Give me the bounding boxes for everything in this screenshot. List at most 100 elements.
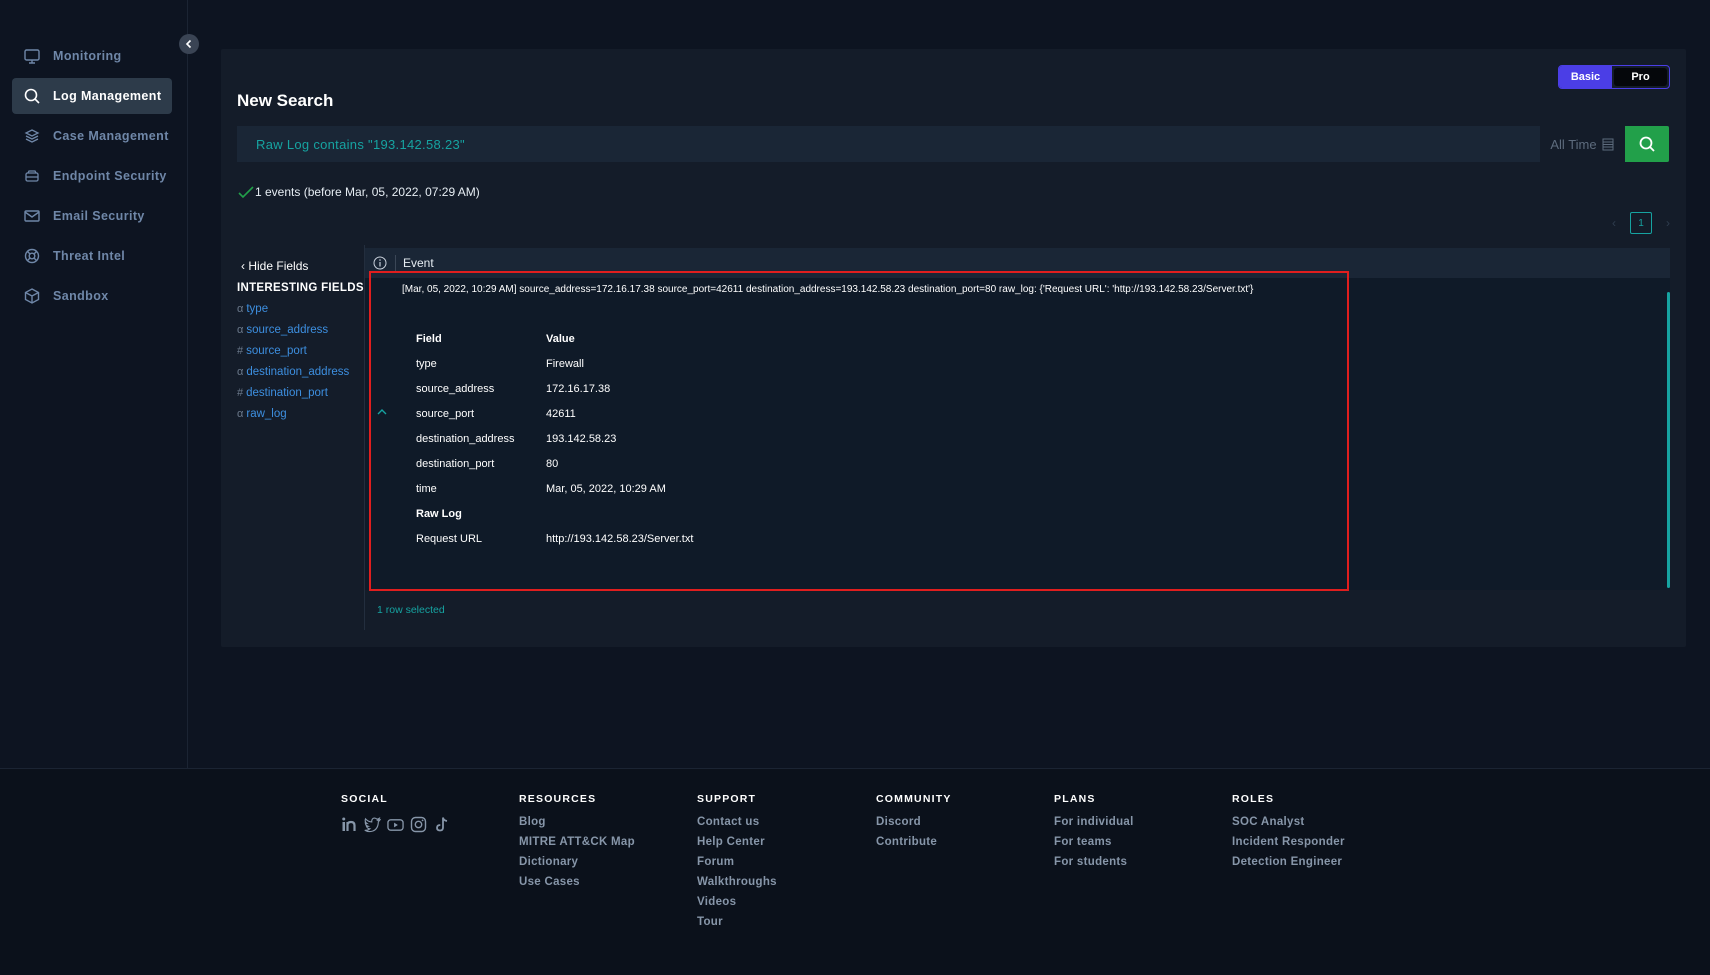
- chevron-left-icon: [185, 39, 192, 49]
- sidebar-item-label: Case Management: [53, 129, 169, 143]
- detail-value: http://193.142.58.23/Server.txt: [546, 532, 694, 545]
- footer-link-tour[interactable]: Tour: [697, 916, 777, 928]
- event-raw-text: [Mar, 05, 2022, 10:29 AM] source_address…: [402, 284, 1254, 295]
- tiktok-icon[interactable]: [433, 816, 450, 833]
- sidebar-item-monitoring[interactable]: Monitoring: [12, 38, 172, 74]
- footer-link-incident-responder[interactable]: Incident Responder: [1232, 836, 1345, 848]
- checkmark-icon: [238, 186, 254, 199]
- footer-link-mitre-map[interactable]: MITRE ATT&CK Map: [519, 836, 635, 848]
- field-item-destination-address[interactable]: α destination_address: [237, 366, 364, 378]
- toggle-pro[interactable]: Pro: [1614, 68, 1667, 86]
- event-column-header[interactable]: Event: [403, 256, 434, 270]
- footer-link-students[interactable]: For students: [1054, 856, 1134, 868]
- mail-icon: [22, 206, 42, 226]
- sidebar-item-log-management[interactable]: Log Management: [12, 78, 172, 114]
- monitor-icon: [22, 46, 42, 66]
- sidebar-item-sandbox[interactable]: Sandbox: [12, 278, 172, 314]
- next-page-icon[interactable]: ›: [1666, 216, 1670, 230]
- sidebar-item-threat-intel[interactable]: Threat Intel: [12, 238, 172, 274]
- sidebar-nav: Monitoring Log Management Case Managemen…: [12, 38, 172, 318]
- raw-log-header: Raw Log: [416, 501, 693, 526]
- field-name: source_port: [246, 345, 307, 357]
- raw-log-title: Raw Log: [416, 507, 462, 520]
- footer-link-blog[interactable]: Blog: [519, 816, 635, 828]
- field-item-destination-port[interactable]: # destination_port: [237, 387, 364, 399]
- calendar-icon: [1602, 138, 1614, 151]
- detail-key: type: [416, 357, 437, 370]
- footer-resources-title: RESOURCES: [519, 793, 597, 805]
- field-type-marker: α: [237, 303, 244, 315]
- chevron-left-icon: ‹: [241, 259, 245, 273]
- detail-key: source_address: [416, 382, 495, 395]
- sidebar-item-email-security[interactable]: Email Security: [12, 198, 172, 234]
- field-name: destination_address: [246, 366, 350, 378]
- sidebar-item-label: Sandbox: [53, 289, 109, 303]
- footer-link-forum[interactable]: Forum: [697, 856, 777, 868]
- field-item-type[interactable]: α type: [237, 303, 364, 315]
- footer-community: COMMUNITY Discord Contribute: [876, 793, 952, 856]
- footer-link-contact[interactable]: Contact us: [697, 816, 777, 828]
- info-icon[interactable]: [365, 255, 396, 271]
- footer-link-teams[interactable]: For teams: [1054, 836, 1134, 848]
- footer-link-contribute[interactable]: Contribute: [876, 836, 952, 848]
- footer-link-help-center[interactable]: Help Center: [697, 836, 777, 848]
- sidebar-item-label: Monitoring: [53, 49, 122, 63]
- raw-log-row: Request URL http://193.142.58.23/Server.t…: [416, 526, 693, 551]
- time-range-select[interactable]: All Time: [1540, 126, 1625, 162]
- footer-link-dictionary[interactable]: Dictionary: [519, 856, 635, 868]
- page-number[interactable]: 1: [1630, 212, 1652, 234]
- footer-link-use-cases[interactable]: Use Cases: [519, 876, 635, 888]
- field-type-marker: #: [237, 345, 244, 357]
- detail-row: destination_port 80: [416, 451, 693, 476]
- detail-value: 172.16.17.38: [546, 382, 611, 395]
- sidebar-item-label: Threat Intel: [53, 249, 126, 263]
- footer-support-title: SUPPORT: [697, 793, 757, 805]
- prev-page-icon[interactable]: ‹: [1612, 216, 1616, 230]
- event-row-expanded[interactable]: [Mar, 05, 2022, 10:29 AM] source_address…: [365, 278, 1670, 590]
- result-count: 1 events (before Mar, 05, 2022, 07:29 AM…: [237, 185, 480, 199]
- field-item-raw-log[interactable]: α raw_log: [237, 408, 364, 420]
- linkedin-icon[interactable]: [341, 816, 358, 833]
- detail-key: destination_port: [416, 457, 495, 470]
- search-button[interactable]: [1625, 126, 1669, 162]
- detail-value: Mar, 05, 2022, 10:29 AM: [546, 482, 666, 495]
- field-item-source-port[interactable]: # source_port: [237, 345, 364, 357]
- search-input[interactable]: Raw Log contains "193.142.58.23": [237, 137, 1540, 152]
- chevron-up-icon[interactable]: [376, 405, 388, 419]
- field-name: raw_log: [246, 408, 287, 420]
- instagram-icon[interactable]: [410, 816, 427, 833]
- footer-support: SUPPORT Contact us Help Center Forum Wal…: [697, 793, 777, 936]
- footer-link-detection-engineer[interactable]: Detection Engineer: [1232, 856, 1345, 868]
- sidebar-item-case-management[interactable]: Case Management: [12, 118, 172, 154]
- footer-link-walkthroughs[interactable]: Walkthroughs: [697, 876, 777, 888]
- footer: SOCIAL RESOURCES Blog MITRE ATT&CK Map D…: [0, 768, 1710, 975]
- detail-row: source_address 172.16.17.38: [416, 376, 693, 401]
- footer-link-discord[interactable]: Discord: [876, 816, 952, 828]
- plan-toggle[interactable]: Basic Pro: [1558, 65, 1670, 89]
- footer-link-soc-analyst[interactable]: SOC Analyst: [1232, 816, 1345, 828]
- footer-link-videos[interactable]: Videos: [697, 896, 777, 908]
- pagination: ‹ 1 ›: [1612, 212, 1670, 234]
- drive-icon: [22, 166, 42, 186]
- youtube-icon[interactable]: [387, 816, 404, 833]
- sidebar-item-endpoint-security[interactable]: Endpoint Security: [12, 158, 172, 194]
- collapse-sidebar-button[interactable]: [179, 34, 199, 54]
- detail-value: 80: [546, 457, 559, 470]
- footer-social-title: SOCIAL: [341, 793, 388, 805]
- field-name: type: [246, 303, 269, 315]
- field-item-source-address[interactable]: α source_address: [237, 324, 364, 336]
- footer-link-individual[interactable]: For individual: [1054, 816, 1134, 828]
- footer-social: SOCIAL: [341, 793, 450, 833]
- field-type-marker: α: [237, 324, 244, 336]
- lifebuoy-icon: [22, 246, 42, 266]
- twitter-icon[interactable]: [364, 816, 381, 833]
- scrollbar[interactable]: [1667, 292, 1670, 588]
- search-bar: Raw Log contains "193.142.58.23" All Tim…: [237, 126, 1669, 162]
- hide-fields-button[interactable]: ‹ Hide Fields: [241, 259, 364, 273]
- field-type-marker: α: [237, 366, 244, 378]
- toggle-basic[interactable]: Basic: [1559, 66, 1612, 88]
- sidebar-item-label: Email Security: [53, 209, 145, 223]
- detail-key: time: [416, 482, 437, 495]
- footer-community-title: COMMUNITY: [876, 793, 952, 805]
- time-range-label: All Time: [1550, 136, 1597, 152]
